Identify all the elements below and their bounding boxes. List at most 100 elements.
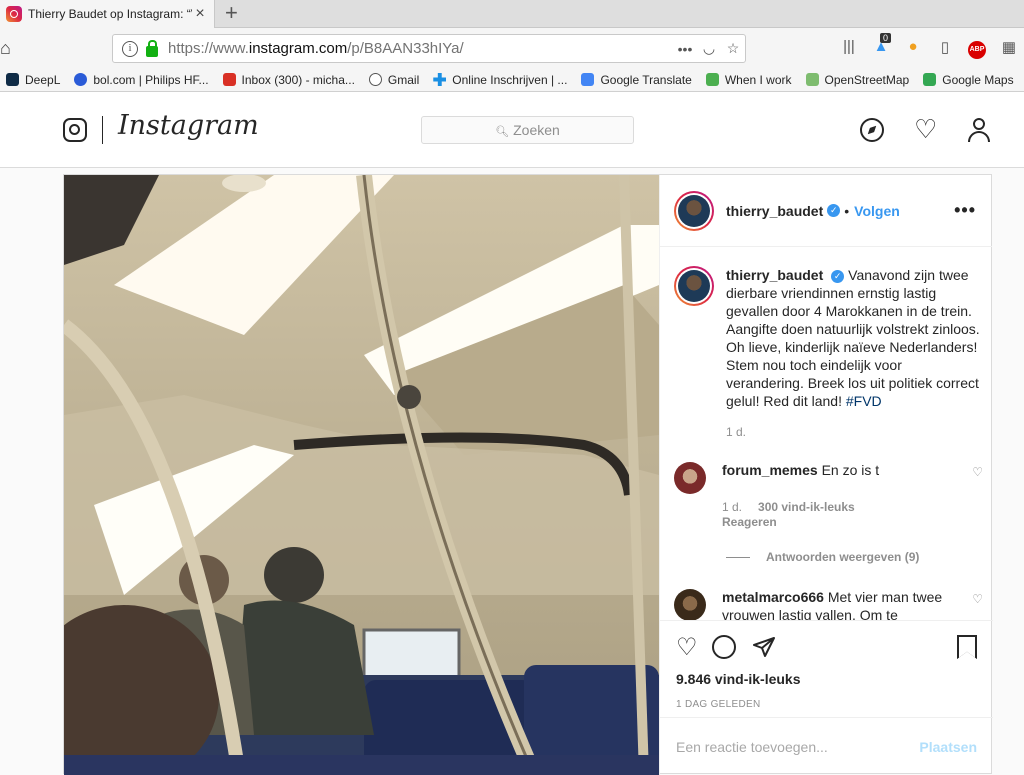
- library-icon[interactable]: |||: [838, 38, 860, 58]
- home-icon[interactable]: ⌂: [0, 38, 11, 59]
- url-text[interactable]: https://www.instagram.com/p/B8AAN33hIYa/: [168, 40, 673, 57]
- post-date[interactable]: 1 DAG GELEDEN: [676, 699, 977, 710]
- bookmark-label: Google Translate: [600, 72, 692, 87]
- commenter-username[interactable]: metalmarco666: [722, 589, 824, 605]
- instagram-logo[interactable]: Instagram: [118, 110, 259, 141]
- comment-bubble-icon[interactable]: [711, 635, 736, 659]
- caption-avatar[interactable]: [674, 266, 714, 306]
- caption-body: Vanavond zijn twee dierbare vriendinnen …: [726, 267, 980, 409]
- instagram-favicon-icon: [6, 6, 22, 22]
- activity-heart-icon[interactable]: ♡: [914, 116, 937, 142]
- address-bar[interactable]: i https://www.instagram.com/p/B8AAN33hIY…: [112, 34, 746, 63]
- bookmark-label: DeepL: [25, 72, 61, 87]
- bookmark-label: Online Inschrijven | ...: [452, 72, 568, 87]
- header-nav-icons: ♡: [860, 116, 991, 142]
- comment-body: En zo is t: [821, 462, 880, 478]
- comment-text: forum_memes En zo is t: [722, 461, 966, 494]
- author-username[interactable]: thierry_baudet: [726, 203, 823, 219]
- instagram-camera-icon[interactable]: [63, 118, 87, 142]
- caption-username[interactable]: thierry_baudet: [726, 267, 823, 283]
- openstreetmap-icon: [805, 73, 819, 86]
- bookmarks-bar: DeepL bol.com | Philips HF... Inbox (300…: [0, 68, 1024, 92]
- comment-like-heart-icon[interactable]: ♡: [972, 463, 983, 494]
- logo-divider: [102, 116, 103, 144]
- bookmark-openstreetmap[interactable]: OpenStreetMap: [805, 72, 910, 87]
- search-icon: 🔍︎: [495, 126, 510, 138]
- verified-badge-icon: ✓: [827, 204, 841, 217]
- bookmark-google-maps[interactable]: Google Maps: [923, 73, 1014, 87]
- bookmark-bol[interactable]: bol.com | Philips HF...: [74, 72, 209, 87]
- comment-input[interactable]: Een reactie toevoegen...: [676, 739, 919, 755]
- share-plane-icon[interactable]: [752, 635, 776, 659]
- url-prefix: https://www.: [168, 40, 249, 57]
- bookmark-inbox[interactable]: Inbox (300) - micha...: [222, 72, 355, 87]
- bookmark-online-inschrijven[interactable]: Online Inschrijven | ...: [433, 73, 567, 87]
- post-header: thierry_baudet ✓ • Volgen •••: [660, 175, 992, 247]
- bol-icon: [74, 73, 88, 86]
- sidebar-icon[interactable]: ▯: [934, 38, 956, 58]
- bookmark-google-translate[interactable]: Google Translate: [581, 72, 692, 87]
- new-tab-icon[interactable]: +: [225, 2, 238, 24]
- browser-nav-bar: ⌂ i https://www.instagram.com/p/B8AAN33h…: [0, 28, 1024, 68]
- commenter-avatar[interactable]: [674, 462, 706, 494]
- comments-section[interactable]: thierry_baudet ✓ Vanavond zijn twee dierb…: [660, 248, 993, 620]
- view-replies-button[interactable]: Antwoorden weergeven (9): [726, 550, 983, 564]
- action-icons: ♡: [676, 633, 977, 661]
- lock-icon[interactable]: [146, 39, 158, 57]
- bookmark-label: OpenStreetMap: [824, 72, 910, 87]
- comment-like-heart-icon[interactable]: ♡: [972, 590, 983, 620]
- separator-dot: •: [844, 202, 850, 219]
- comment-meta: 1 d. 300 vind-ik-leuks Reageren: [722, 500, 983, 530]
- post-comment-button[interactable]: Plaatsen: [919, 739, 977, 755]
- profile-icon[interactable]: [967, 118, 991, 142]
- like-count[interactable]: 9.846 vind-ik-leuks: [676, 671, 977, 687]
- toolbar-icons: ||| ▲ 0 ● ▯ ABP ▦: [838, 33, 1020, 59]
- caption-hashtag[interactable]: #FVD: [846, 393, 882, 409]
- url-path: /p/B8AAN33hIYa/: [347, 40, 464, 57]
- comment-likes[interactable]: 300 vind-ik-leuks: [758, 500, 855, 514]
- extensions-grid-icon[interactable]: ▦: [998, 38, 1020, 58]
- commenter-avatar[interactable]: [674, 589, 706, 620]
- browser-tab[interactable]: Thierry Baudet op Instagram: “V ×: [0, 0, 215, 28]
- page-actions-icon[interactable]: •••: [673, 41, 697, 57]
- follow-button[interactable]: Volgen: [854, 203, 900, 219]
- plus-icon: [433, 73, 447, 86]
- bookmark-star-icon[interactable]: ☆: [721, 40, 745, 57]
- reply-button[interactable]: Reageren: [722, 515, 777, 529]
- commenter-username[interactable]: forum_memes: [722, 462, 818, 478]
- pocket-icon[interactable]: ◡: [697, 40, 721, 57]
- explore-compass-icon[interactable]: [860, 118, 884, 142]
- close-tab-icon[interactable]: ×: [192, 5, 208, 23]
- bookmark-deepl[interactable]: DeepL: [6, 73, 60, 87]
- more-options-icon[interactable]: •••: [954, 200, 976, 221]
- site-info-icon[interactable]: i: [122, 40, 138, 57]
- url-domain: instagram.com: [248, 40, 348, 57]
- bookmark-gmail[interactable]: Gmail: [368, 72, 420, 87]
- caption-text: thierry_baudet ✓ Vanavond zijn twee dierb…: [726, 266, 983, 410]
- bookmark-label: bol.com | Philips HF...: [93, 72, 209, 87]
- caption-age[interactable]: 1 d.: [726, 425, 983, 439]
- bookmark-label: Inbox (300) - micha...: [241, 72, 355, 87]
- instagram-header: Instagram 🔍︎ Zoeken ♡: [0, 92, 1024, 168]
- add-comment-bar: Een reactie toevoegen... Plaatsen: [660, 717, 993, 775]
- post-actions: ♡ 9.846 vind-ik-leuks 1 DAG GELEDEN: [660, 620, 993, 710]
- bookmark-when-i-work[interactable]: When I work: [705, 72, 792, 87]
- comment-row: metalmarco666 Met vier man twee vrouwen …: [674, 588, 983, 620]
- google-maps-icon: [923, 73, 937, 86]
- author-avatar[interactable]: [674, 190, 714, 231]
- like-heart-icon[interactable]: ♡: [676, 633, 698, 662]
- save-bookmark-icon[interactable]: [957, 635, 977, 659]
- notification-extension-icon[interactable]: ▲ 0: [870, 33, 892, 58]
- search-input[interactable]: 🔍︎ Zoeken: [421, 116, 634, 144]
- post-card: thierry_baudet ✓ • Volgen ••• thierry_ba…: [63, 174, 993, 775]
- extension-coin-icon[interactable]: ●: [902, 38, 924, 58]
- bookmark-label: Gmail: [387, 72, 420, 87]
- comment-age[interactable]: 1 d.: [722, 500, 742, 514]
- adblock-icon[interactable]: ABP: [966, 38, 988, 59]
- adblock-label: ABP: [968, 41, 986, 59]
- post-photo[interactable]: [64, 175, 659, 775]
- train-interior-image: [64, 175, 659, 775]
- deepl-icon: [6, 73, 19, 86]
- globe-icon: [368, 73, 382, 86]
- bookmark-label: When I work: [724, 72, 792, 87]
